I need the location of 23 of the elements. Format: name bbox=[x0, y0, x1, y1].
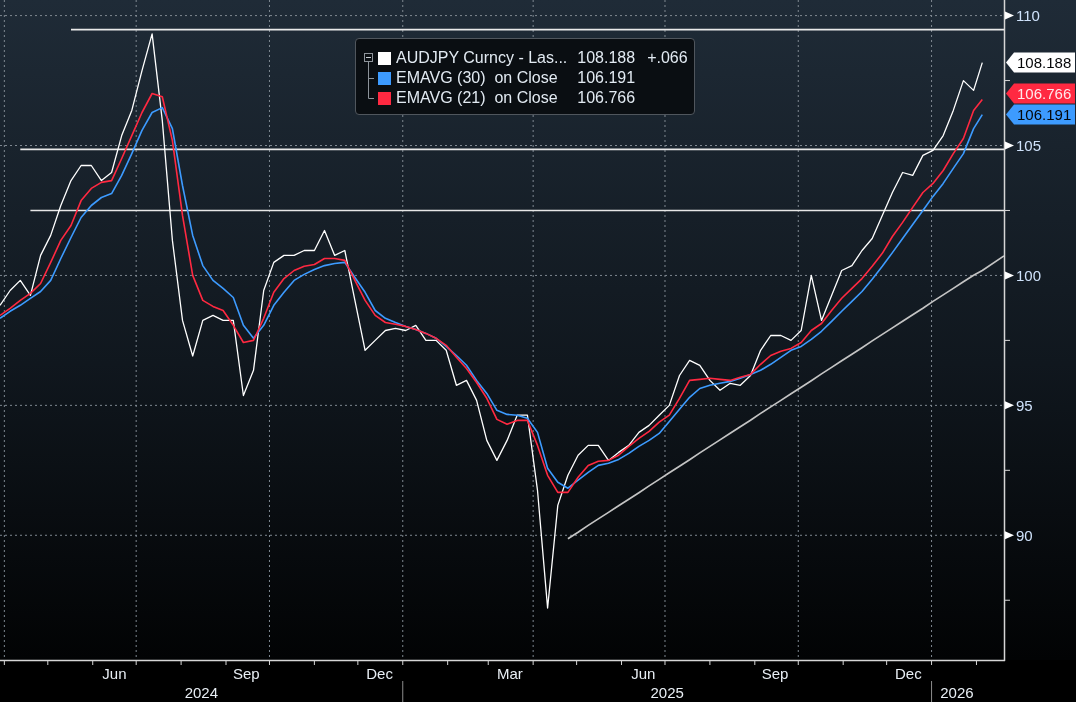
axis-label: 100 bbox=[1016, 266, 1042, 284]
series-name: AUDJPY Curncy - Las... bbox=[396, 48, 568, 68]
series-name: EMAVG (21) on Close bbox=[396, 88, 559, 108]
month-label: Sep bbox=[232, 665, 260, 682]
series-value: 106.766 bbox=[577, 88, 636, 108]
month-label: Dec bbox=[366, 665, 393, 682]
month-label: Dec bbox=[895, 665, 922, 682]
month-label: Jun bbox=[102, 665, 127, 682]
axis-label: 90 bbox=[1016, 526, 1033, 544]
year-label: 2025 bbox=[650, 684, 684, 701]
axis-label: 110 bbox=[1016, 7, 1040, 25]
series-value: 106.191 bbox=[577, 68, 636, 88]
year-label: 2024 bbox=[184, 684, 219, 701]
series-name: EMAVG (30) on Close bbox=[396, 68, 559, 88]
month-label: Mar bbox=[497, 665, 523, 682]
axis-label: 105 bbox=[1016, 137, 1042, 154]
series-value: 108.188 bbox=[577, 48, 636, 68]
month-label: Sep bbox=[761, 665, 789, 682]
collapse-icon[interactable] bbox=[364, 53, 373, 68]
year-label: 2026 bbox=[940, 684, 974, 701]
month-label: Jun bbox=[631, 665, 656, 682]
series-change: +.066 bbox=[647, 48, 688, 68]
axis-label: 95 bbox=[1016, 396, 1033, 414]
